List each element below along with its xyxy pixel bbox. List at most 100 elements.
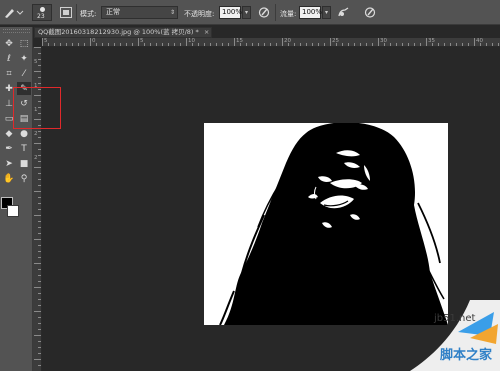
ruler-tick	[408, 43, 409, 46]
ruler-tick	[38, 251, 41, 252]
ruler-number: 25	[332, 38, 339, 44]
marquee-tool-icon[interactable]: ⬚	[17, 37, 31, 50]
ruler-tick	[38, 161, 41, 162]
ruler-tick	[276, 43, 277, 46]
pen-tool-icon[interactable]: ✒	[2, 142, 16, 155]
ruler-tick	[38, 269, 41, 270]
ruler-number: 2	[34, 131, 38, 137]
ruler-tick	[34, 239, 41, 240]
ruler-tick	[34, 191, 41, 192]
brush-size-picker[interactable]: 23	[32, 4, 52, 21]
rectangle-tool-icon[interactable]: ■	[17, 157, 31, 170]
ruler-tick	[108, 43, 109, 46]
ruler-tick	[300, 43, 301, 46]
ruler-tick	[42, 38, 43, 46]
ruler-tick	[38, 83, 41, 84]
ruler-tick	[282, 38, 283, 46]
ruler-tick	[246, 43, 247, 46]
opacity-dropdown-icon[interactable]: ▾	[242, 6, 251, 19]
ruler-tick	[38, 317, 41, 318]
flow-dropdown-icon[interactable]: ▾	[322, 6, 331, 19]
ruler-tick	[38, 257, 41, 258]
ruler-tick	[38, 185, 41, 186]
hand-tool-icon[interactable]: ✋	[2, 172, 16, 185]
ruler-tick	[420, 43, 421, 46]
ruler-tick	[38, 353, 41, 354]
mode-select[interactable]: 正常 ⇕	[101, 6, 178, 19]
ruler-tick	[102, 43, 103, 46]
ruler-tick	[38, 281, 41, 282]
ruler-tick	[462, 43, 463, 46]
ruler-tick	[38, 203, 41, 204]
ruler-tick	[34, 167, 41, 168]
move-tool-icon[interactable]: ✥	[2, 37, 16, 50]
ruler-tick	[38, 173, 41, 174]
ruler-tick	[360, 43, 361, 46]
ruler-tick	[34, 359, 41, 360]
airbrush-icon[interactable]	[337, 6, 351, 19]
ruler-tick	[38, 221, 41, 222]
type-tool-icon[interactable]: T	[17, 142, 31, 155]
ruler-tick	[78, 43, 79, 46]
ruler-tick	[402, 43, 403, 46]
ruler-tick	[198, 43, 199, 46]
tools-panel-grip[interactable]	[3, 29, 30, 33]
ruler-number: 30	[380, 38, 387, 44]
ruler-tick	[156, 43, 157, 46]
ruler-number: 10	[188, 38, 195, 44]
document-canvas[interactable]	[204, 123, 448, 325]
ruler-tick	[38, 209, 41, 210]
ruler-tick	[126, 43, 127, 46]
lasso-tool-icon[interactable]: ℓ	[2, 52, 16, 65]
brush-panel-toggle-icon[interactable]	[60, 7, 72, 18]
crop-tool-icon[interactable]: ⌗	[2, 67, 16, 80]
ruler-tick	[54, 43, 55, 46]
path-selection-icon[interactable]: ➤	[2, 157, 16, 170]
flow-field[interactable]: 100%	[299, 6, 322, 19]
background-color-swatch[interactable]	[7, 205, 19, 217]
ruler-tick	[498, 43, 499, 46]
mode-label: 模式:	[80, 10, 97, 18]
ruler-tick	[456, 43, 457, 46]
ruler-tick	[38, 245, 41, 246]
ruler-number: 5	[44, 38, 48, 44]
close-icon[interactable]: ×	[204, 28, 209, 36]
watermark-name-text: 脚本之家	[440, 348, 493, 363]
ruler-tick	[474, 38, 475, 46]
ruler-tick	[38, 53, 41, 54]
zoom-tool-icon[interactable]: ⚲	[17, 172, 31, 185]
ruler-tick	[342, 43, 343, 46]
ruler-tick	[438, 43, 439, 46]
ruler-tick	[38, 59, 41, 60]
ruler-tick	[468, 43, 469, 46]
ruler-tick	[38, 305, 41, 306]
ruler-tick	[204, 43, 205, 46]
pressure-size-icon[interactable]	[363, 6, 377, 19]
ruler-tick	[450, 43, 451, 46]
magic-wand-icon[interactable]: ✦	[17, 52, 31, 65]
ruler-tick	[34, 287, 41, 288]
ruler-tick	[258, 43, 259, 46]
brush-tool-preset-icon[interactable]	[3, 6, 25, 19]
ruler-tick	[120, 43, 121, 46]
pressure-opacity-icon[interactable]	[257, 6, 271, 19]
ruler-tick	[162, 43, 163, 46]
horizontal-ruler: 5 0 5 10 15 20 25 30 35 40	[42, 38, 500, 47]
ruler-tick	[34, 263, 41, 264]
ruler-number: 5	[34, 59, 38, 65]
opacity-field[interactable]: 100%	[219, 6, 242, 19]
site-watermark: jb51.net 脚本之家	[410, 300, 500, 371]
ruler-tick	[378, 38, 379, 46]
ruler-tick	[38, 65, 41, 66]
ruler-tick	[180, 43, 181, 46]
ruler-tick	[38, 341, 41, 342]
document-tab[interactable]: QQ截图20160318212930.jpg @ 100%(蓝 拷贝/8) * …	[34, 27, 212, 38]
ruler-tick	[34, 47, 41, 48]
ruler-number: 5	[140, 38, 144, 44]
document-tab-label: QQ截图20160318212930.jpg @ 100%(蓝 拷贝/8) *	[38, 28, 199, 36]
ruler-tick	[486, 43, 487, 46]
ruler-tick	[138, 38, 139, 46]
eyedropper-tool-icon[interactable]: ⁄	[17, 67, 31, 80]
ruler-tick	[306, 43, 307, 46]
ruler-tick	[38, 149, 41, 150]
